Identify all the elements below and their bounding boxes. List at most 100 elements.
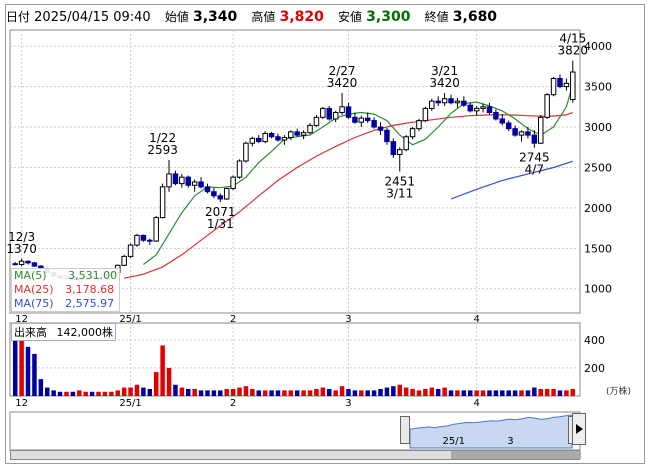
- ma25-label: MA(25): [14, 283, 54, 296]
- navigator-scroll-right-button[interactable]: [572, 413, 586, 445]
- candle-body: [185, 176, 191, 186]
- price-annotation: 3/11: [386, 186, 413, 200]
- candle-body: [31, 262, 38, 267]
- candle-body: [332, 111, 339, 120]
- candle-body: [230, 176, 236, 189]
- volume-bar: [474, 390, 479, 396]
- price-tick-label: 2000: [584, 202, 612, 215]
- ma25-value: 3,178.68: [65, 283, 115, 296]
- candle-body: [140, 234, 147, 241]
- candle-body: [441, 98, 448, 104]
- volume-bar: [416, 390, 422, 396]
- volume-bar: [288, 390, 294, 396]
- navigator: 25/1 3: [9, 411, 581, 451]
- volume-bar: [32, 353, 37, 396]
- volume-tick-label: 400: [584, 334, 605, 347]
- candle-body: [179, 176, 185, 185]
- candle-body: [25, 260, 31, 264]
- price-tick-label: 1500: [584, 242, 612, 255]
- volume-bar: [102, 391, 108, 396]
- volume-bar: [166, 367, 172, 396]
- candle-body: [544, 94, 550, 118]
- volume-bar: [51, 390, 56, 396]
- navigator-left-handle[interactable]: [400, 416, 410, 444]
- volume-bar: [205, 390, 210, 396]
- ma75-value: 2,575.97: [65, 297, 115, 310]
- volume-bar: [38, 379, 44, 396]
- candle-body: [505, 122, 512, 130]
- volume-bar: [218, 390, 223, 396]
- candle-body: [499, 118, 506, 124]
- volume-bar: [275, 390, 281, 396]
- volume-bar: [346, 388, 351, 396]
- candle-body: [570, 71, 576, 101]
- candle-body: [326, 107, 332, 120]
- candle-body: [275, 136, 281, 141]
- volume-bar: [365, 390, 370, 396]
- navigator-scrollbar-thumb[interactable]: [451, 451, 581, 459]
- volume-bar: [294, 390, 300, 396]
- volume-bar: [532, 387, 537, 396]
- volume-bar: [480, 390, 486, 396]
- moving-average-legend: MA(5) 3,531.00 MA(25) 3,178.68 MA(75) 2,…: [11, 268, 121, 312]
- volume-bar: [256, 390, 261, 396]
- volume-bar: [423, 388, 428, 396]
- volume-bar: [153, 372, 159, 396]
- ma5-label: MA(5): [14, 269, 47, 282]
- volume-bar: [121, 387, 127, 396]
- candle-body: [166, 173, 172, 188]
- volume-bar: [538, 388, 543, 396]
- volume-bar: [519, 390, 524, 396]
- ma75-label: MA(75): [14, 297, 54, 310]
- candle-body: [300, 132, 307, 136]
- volume-bar: [551, 388, 556, 396]
- candle-body: [153, 217, 159, 242]
- candle-body: [525, 131, 531, 136]
- volume-bar: [25, 346, 31, 396]
- volume-bar: [160, 345, 165, 396]
- price-tick-label: 3000: [584, 121, 612, 134]
- candle-body: [364, 117, 371, 122]
- volume-bar: [403, 387, 409, 396]
- candle-body: [538, 116, 544, 144]
- candle-body: [390, 141, 397, 156]
- volume-bar: [230, 388, 236, 396]
- volume-bar: [282, 390, 287, 396]
- volume-bar: [435, 388, 441, 396]
- volume-bar: [211, 390, 217, 396]
- candle-body: [550, 78, 557, 96]
- volume-bar: [468, 390, 473, 396]
- volume-bar: [512, 390, 518, 396]
- volume-bar: [429, 387, 435, 396]
- volume-bar: [506, 390, 511, 396]
- volume-unit-label: (万株): [606, 387, 632, 397]
- candle-body: [313, 116, 320, 126]
- candle-body: [243, 142, 249, 162]
- candle-body: [352, 116, 358, 123]
- volume-x-tick-label: 25/1: [119, 398, 141, 409]
- volume-bar: [70, 391, 76, 396]
- candle-body: [358, 117, 365, 123]
- volume-bar: [192, 388, 197, 396]
- volume-bar: [19, 339, 24, 396]
- candle-body: [371, 120, 377, 128]
- volume-x-labels: 12 25/1 2 3 4: [15, 398, 480, 409]
- volume-bar: [77, 390, 82, 396]
- volume-bar: [64, 391, 69, 396]
- candle-body: [236, 160, 243, 178]
- volume-bar: [384, 387, 390, 396]
- volume-legend: 出来高 142,000株: [11, 323, 116, 341]
- candle-body: [435, 100, 441, 104]
- candle-body: [429, 100, 435, 109]
- volume-label: 出来高: [14, 326, 47, 339]
- candle-body: [448, 98, 454, 104]
- navigator-scrollbar[interactable]: [10, 450, 581, 460]
- volume-bar: [352, 390, 358, 396]
- candle-body: [281, 137, 288, 141]
- price-tick-label: 1000: [584, 283, 612, 296]
- candle-body: [512, 128, 518, 136]
- arrow-right-icon: [576, 424, 583, 434]
- candle-body: [256, 137, 262, 143]
- candlestick-chart: 4000350030002500200015001000 12/313701/2…: [6, 29, 612, 451]
- volume-bar: [410, 388, 415, 396]
